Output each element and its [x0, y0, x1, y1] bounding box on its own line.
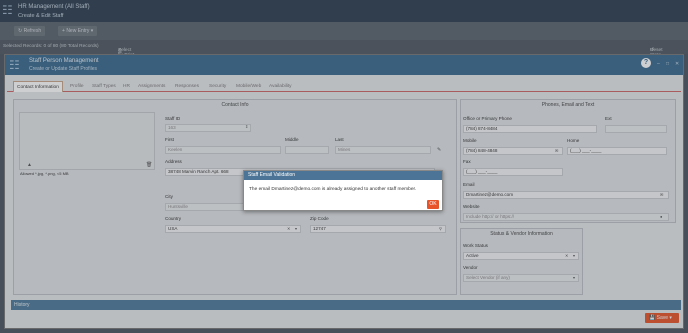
dialog-backdrop: [0, 0, 688, 333]
email-validation-dialog: Staff Email Validation The email Dmartin…: [243, 170, 443, 211]
dialog-message: The email Dmartinez@demo.com is already …: [249, 187, 417, 192]
dialog-title: Staff Email Validation: [244, 171, 442, 180]
ok-button[interactable]: OK: [427, 200, 439, 209]
